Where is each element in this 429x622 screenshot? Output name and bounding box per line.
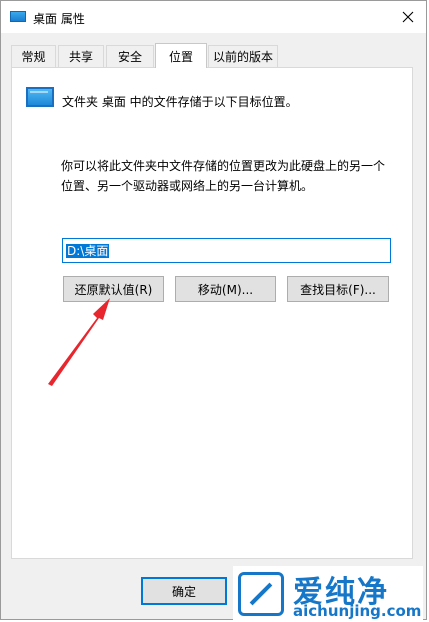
close-icon — [402, 11, 414, 23]
description-line-1: 你可以将此文件夹中文件存储的位置更改为此硬盘上的另一个 — [61, 159, 386, 173]
tab-general[interactable]: 常规 — [11, 45, 56, 67]
watermark-url: aichunjing.com — [293, 602, 422, 620]
restore-default-button[interactable]: 还原默认值(R) — [63, 276, 164, 302]
watermark-logo-icon — [238, 572, 284, 616]
description-line-2: 位置、另一个驱动器或网络上的另一台计算机。 — [61, 179, 314, 193]
tab-location[interactable]: 位置 — [155, 43, 207, 68]
ok-button[interactable]: 确定 — [141, 577, 227, 605]
tab-previous-versions[interactable]: 以前的版本 — [208, 45, 278, 67]
tab-panel-location — [11, 67, 413, 559]
properties-dialog: 桌面 属性 常规 共享 安全 位置 以前的版本 文件夹 桌面 中的文件存储于以下… — [0, 0, 427, 620]
path-value: D:\桌面 — [66, 244, 110, 258]
tab-strip: 常规 共享 安全 位置 以前的版本 — [11, 43, 411, 68]
close-button[interactable] — [390, 1, 426, 33]
tab-sharing[interactable]: 共享 — [58, 45, 104, 67]
folder-icon — [10, 11, 26, 22]
move-button[interactable]: 移动(M)... — [175, 276, 276, 302]
title-bar[interactable]: 桌面 属性 — [1, 1, 426, 33]
folder-icon — [26, 87, 54, 107]
path-input[interactable]: D:\桌面 — [62, 238, 391, 263]
window-title: 桌面 属性 — [33, 12, 85, 26]
find-target-button[interactable]: 查找目标(F)... — [287, 276, 389, 302]
location-description: 你可以将此文件夹中文件存储的位置更改为此硬盘上的另一个 位置、另一个驱动器或网络… — [61, 156, 401, 196]
watermark: 爱纯净 aichunjing.com — [233, 566, 423, 622]
location-info-text: 文件夹 桌面 中的文件存储于以下目标位置。 — [62, 95, 298, 109]
tab-security[interactable]: 安全 — [106, 45, 154, 67]
